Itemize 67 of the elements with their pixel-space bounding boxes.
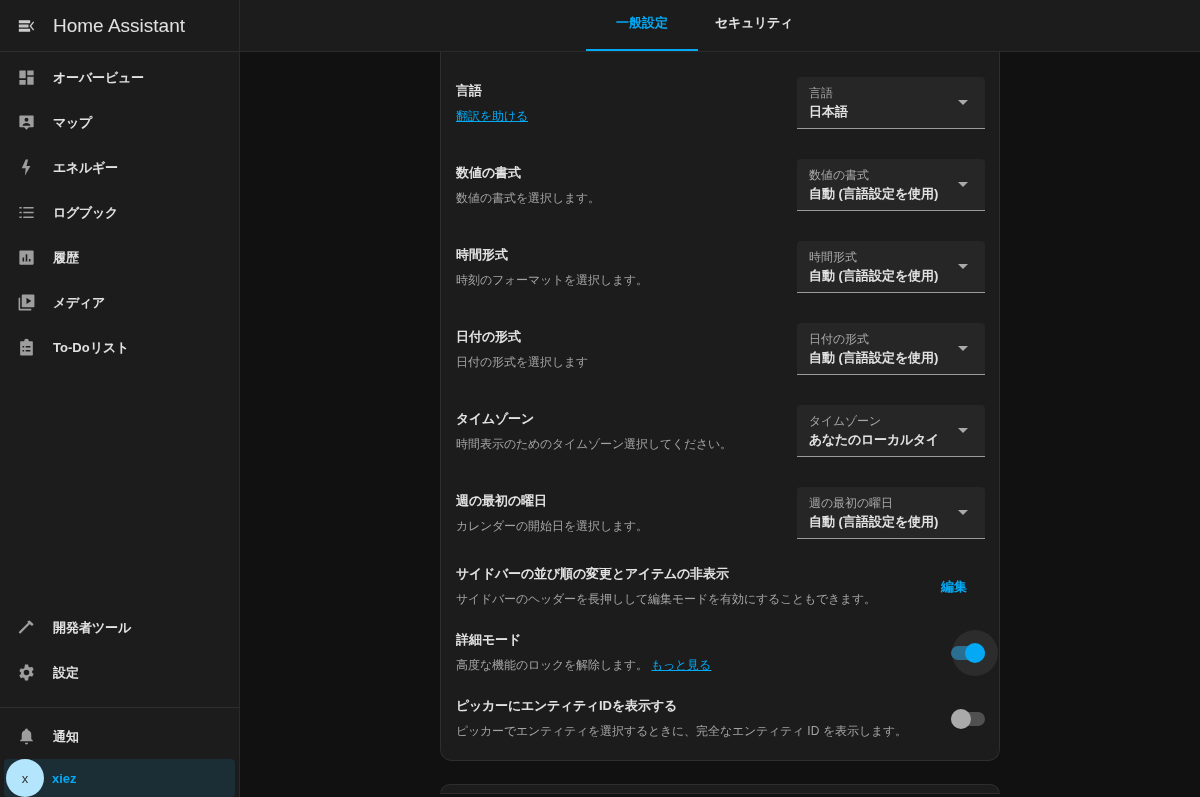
bar-chart-icon [17, 248, 36, 267]
dashboard-icon [17, 68, 36, 87]
dropdown-field[interactable]: 日付の形式 自動 (言語設定を使用) [797, 323, 985, 375]
caret-icon [958, 100, 968, 105]
sidebar-item[interactable]: オーバービュー [0, 55, 239, 100]
setting-title: 日付の形式 [456, 327, 522, 346]
setting-title: 数値の書式 [456, 163, 522, 182]
setting-description: ピッカーでエンティティを選択するときに、完全なエンティティ ID を表示します。 [456, 723, 908, 740]
setting-description: カレンダーの開始日を選択します。 [456, 517, 649, 535]
caret-icon [958, 510, 968, 515]
field-label: 日付の形式 [809, 330, 870, 348]
dropdown-field[interactable]: 言語 日本語 [797, 77, 985, 129]
sidebar-item[interactable]: エネルギー [0, 145, 239, 190]
setting-description: サイドバーのヘッダーを長押しして編集モードを有効にすることもできます。 [456, 591, 877, 608]
setting-title: サイドバーの並び順の変更とアイテムの非表示 [456, 565, 730, 583]
field-value: 自動 (言語設定を使用) [809, 184, 939, 203]
setting-title: タイムゾーン [456, 409, 535, 428]
play-library-icon [17, 293, 36, 312]
notifications-item[interactable]: 通知 [0, 714, 239, 759]
tab[interactable]: セキュリティ [698, 0, 810, 51]
field-label: 時間形式 [809, 248, 858, 266]
setting-description: 日付の形式を選択します [456, 353, 589, 371]
caret-icon [958, 346, 968, 351]
field-value: 自動 (言語設定を使用) [809, 512, 939, 531]
field-value: 自動 (言語設定を使用) [809, 266, 939, 285]
sidebar-item[interactable]: 設定 [0, 650, 239, 695]
setting-description: 高度な機能のロックを解除します。 もっと見る [456, 657, 713, 674]
dropdown-field[interactable]: タイムゾーン あなたのローカルタイ [797, 405, 985, 457]
field-label: 数値の書式 [809, 166, 870, 184]
setting-title: 詳細モード [456, 631, 522, 649]
clipboard-icon [17, 338, 36, 357]
field-value: 日本語 [809, 102, 848, 121]
app-title: Home Assistant [53, 14, 185, 37]
setting-description: 時刻のフォーマットを選択します。 [456, 271, 649, 289]
caret-icon [958, 182, 968, 187]
field-label: タイムゾーン [809, 412, 882, 430]
field-label: 言語 [809, 84, 834, 102]
setting-title: 週の最初の曜日 [456, 491, 548, 510]
dropdown-field[interactable]: 週の最初の曜日 自動 (言語設定を使用) [797, 487, 985, 539]
toggle-switch[interactable] [951, 642, 985, 663]
sidebar-item[interactable]: To-Doリスト [0, 325, 239, 370]
user-item[interactable]: x xiez [4, 759, 235, 797]
setting-title: ピッカーにエンティティIDを表示する [456, 697, 678, 715]
setting-title: 時間形式 [456, 245, 509, 264]
caret-icon [958, 428, 968, 433]
link[interactable]: 翻訳を助ける [456, 108, 528, 123]
sidebar-item[interactable]: 開発者ツール [0, 605, 239, 650]
toggle-switch[interactable] [951, 708, 985, 729]
bell-icon [17, 727, 36, 746]
link[interactable]: もっと見る [651, 658, 712, 672]
field-label: 週の最初の曜日 [809, 494, 894, 512]
field-value: 自動 (言語設定を使用) [809, 348, 939, 367]
sidebar-item[interactable]: メディア [0, 280, 239, 325]
user-avatar: x [6, 759, 44, 797]
settings-icon [17, 663, 36, 682]
setting-description: 数値の書式を選択します。 [456, 189, 601, 207]
person-pin-icon [17, 113, 36, 132]
field-value: あなたのローカルタイ [809, 430, 939, 449]
setting-description: 時間表示のためのタイムゾーン選択してください。 [456, 435, 733, 453]
edit-button[interactable]: 編集 [923, 571, 985, 602]
dropdown-field[interactable]: 数値の書式 自動 (言語設定を使用) [797, 159, 985, 211]
dropdown-field[interactable]: 時間形式 自動 (言語設定を使用) [797, 241, 985, 293]
caret-icon [958, 264, 968, 269]
sidebar-item[interactable]: マップ [0, 100, 239, 145]
sidebar-item[interactable]: 履歴 [0, 235, 239, 280]
sidebar-item[interactable]: ログブック [0, 190, 239, 235]
setting-title: 言語 [456, 81, 483, 100]
